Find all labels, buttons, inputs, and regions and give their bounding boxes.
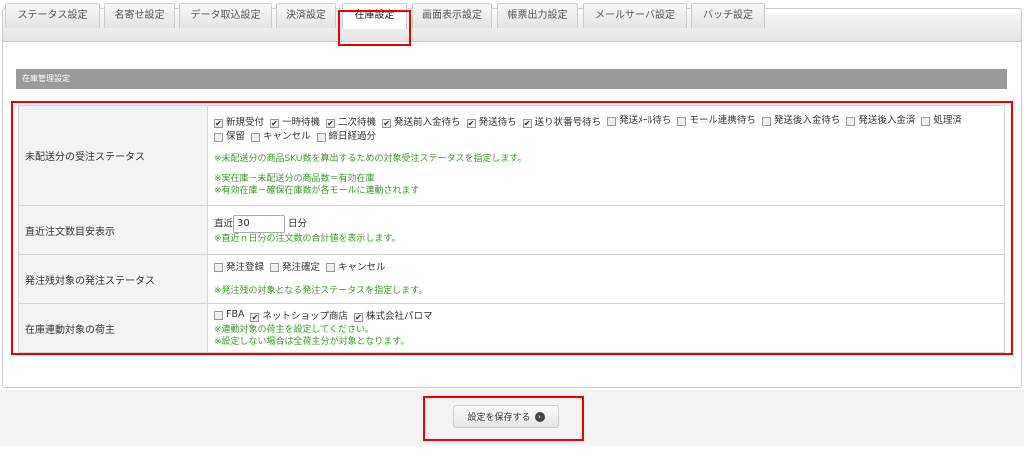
checkbox-option[interactable]: キャンセル: [251, 130, 311, 144]
purchase-status-options: 発注登録 発注確定 キャンセル ※発注残の対象となる発注ステータスを指定します。: [207, 254, 1005, 304]
note: ※連動対象の荷主を設定してください。: [214, 325, 375, 335]
checkbox-unchecked[interactable]: [214, 263, 223, 273]
suffix: 日分: [288, 218, 308, 230]
settings-table: 未配送分の受注ステータス ✔ 新規受付 ✔ 一時待機 ✔ 二次待機 ✔ 発送前入金待ち ✔ 発送待…: [18, 105, 1005, 353]
tab-report[interactable]: 帳票出力設定: [497, 3, 578, 28]
checkbox-unchecked[interactable]: [761, 116, 771, 126]
checkbox-checked[interactable]: ✔: [326, 118, 336, 128]
checkbox-label: 発注確定: [282, 261, 321, 273]
checkbox-unchecked[interactable]: [214, 310, 223, 320]
checkbox-group: FBA ✔ ネットショップ商店 ✔ 株式会社パロマ: [214, 308, 998, 324]
save-settings-button[interactable]: 設定を保存する ›: [453, 405, 559, 428]
checkbox-unchecked[interactable]: [846, 116, 856, 126]
checkbox-label: 発送待ち: [478, 117, 517, 129]
checkbox-label: 一時待機: [282, 117, 321, 129]
section-title: 在庫管理設定: [16, 69, 1007, 89]
note: ※未配送分の商品SKU数を算出するための対象受注ステータスを指定します。: [214, 153, 527, 164]
checkbox-option[interactable]: ✔ 発送前入金待ち: [382, 116, 461, 130]
checkbox-unchecked[interactable]: [326, 263, 336, 273]
checkbox-unchecked[interactable]: [607, 116, 617, 126]
checkbox-label: 二次待機: [338, 117, 377, 129]
checkbox-option[interactable]: 処理済: [921, 114, 962, 128]
checkbox-checked[interactable]: ✔: [270, 118, 280, 128]
checkbox-option[interactable]: ✔ 株式会社パロマ: [354, 310, 433, 324]
checkbox-label: 発注登録: [226, 261, 265, 273]
checkbox-checked[interactable]: ✔: [354, 312, 363, 322]
checkbox-label: 発送後入金済: [858, 115, 916, 127]
table-row: 発注残対象の発注ステータス 発注登録 発注確定 キャンセル ※発注残の対象となる発注…: [18, 254, 1005, 304]
checkbox-label: 保留: [226, 131, 246, 143]
checkbox-label: モール連携待ち: [689, 115, 756, 127]
checkbox-option[interactable]: 発送後入金待ち: [761, 114, 841, 128]
checkbox-option[interactable]: ✔ 一時待機: [270, 116, 320, 130]
tab-batch[interactable]: バッチ設定: [691, 3, 765, 28]
checkbox-checked[interactable]: ✔: [382, 118, 392, 128]
checkbox-option[interactable]: FBA: [214, 308, 244, 322]
days-input[interactable]: 30: [233, 215, 286, 233]
note: ※有効在庫－確保在庫数が各モールに連動されます: [214, 185, 420, 196]
checkbox-option[interactable]: 発送後入金済: [846, 114, 915, 128]
checkbox-checked[interactable]: ✔: [466, 118, 476, 128]
order-status-options: ✔ 新規受付 ✔ 一時待機 ✔ 二次待機 ✔ 発送前入金待ち ✔ 発送待ち ✔ 送り状番号待ち 発送ﾒｰ…: [207, 105, 1005, 206]
note: ※直近ｎ日分の注文数の合計値を表示します。: [214, 234, 401, 244]
checkbox-label: 発送ﾒｰﾙ待ち: [619, 115, 672, 127]
checkbox-unchecked[interactable]: [316, 132, 326, 142]
checkbox-label: 新規受付: [226, 117, 265, 129]
checkbox-label: 株式会社パロマ: [366, 311, 433, 322]
table-row: 直近注文数目安表示 直近 30 日分 ※直近ｎ日分の注文数の合計値を表示します。: [18, 205, 1005, 255]
tab-display[interactable]: 画面表示設定: [412, 3, 492, 28]
checkbox-checked[interactable]: ✔: [214, 118, 223, 128]
tab-mail-server[interactable]: メールサーバ設定: [583, 3, 687, 28]
arrow-right-icon: ›: [534, 411, 545, 422]
checkbox-label: ネットショップ商店: [262, 311, 348, 322]
checkbox-option[interactable]: ✔ 送り状番号待ち: [522, 116, 602, 130]
checkbox-group: 発注登録 発注確定 キャンセル: [214, 261, 998, 276]
checkbox-label: 処理済: [933, 115, 962, 127]
checkbox-unchecked[interactable]: [921, 116, 931, 126]
checkbox-label: 発送前入金待ち: [394, 117, 461, 129]
checkbox-option[interactable]: ✔ 二次待機: [326, 116, 376, 130]
note: ※発注残の対象となる発注ステータスを指定します。: [214, 286, 428, 297]
checkbox-label: 発送後入金待ち: [773, 115, 841, 127]
row-label: 未配送分の受注ステータス: [18, 105, 208, 206]
checkbox-unchecked[interactable]: [677, 116, 687, 126]
checkbox-group: ✔ 新規受付 ✔ 一時待機 ✔ 二次待機 ✔ 発送前入金待ち ✔ 発送待ち ✔ 送り状番号待ち 発送ﾒｰ…: [214, 114, 998, 145]
row-label: 発注残対象の発注ステータス: [18, 254, 208, 304]
tab-name-merge[interactable]: 名寄せ設定: [104, 3, 175, 28]
checkbox-label: キャンセル: [338, 261, 386, 273]
checkbox-checked[interactable]: ✔: [522, 118, 532, 128]
checkbox-option[interactable]: 締日経過分: [316, 130, 377, 144]
checkbox-option[interactable]: 発注確定: [270, 261, 320, 275]
checkbox-option[interactable]: 発注登録: [214, 261, 264, 275]
tab-status[interactable]: ステータス設定: [5, 3, 100, 28]
checkbox-label: 締日経過分: [328, 131, 377, 143]
checkbox-unchecked[interactable]: [214, 132, 223, 142]
checkbox-label: 送り状番号待ち: [534, 117, 602, 129]
checkbox-unchecked[interactable]: [251, 132, 261, 142]
shipper-options: FBA ✔ ネットショップ商店 ✔ 株式会社パロマ ※連動対象の荷主を設定してください。…: [207, 303, 1005, 353]
checkbox-option[interactable]: ✔ 新規受付: [214, 116, 264, 130]
checkbox-option[interactable]: 発送ﾒｰﾙ待ち: [607, 114, 671, 128]
tab-data-import[interactable]: データ取込設定: [179, 3, 272, 28]
checkbox-option[interactable]: ✔ 発送待ち: [466, 116, 517, 130]
checkbox-unchecked[interactable]: [270, 263, 280, 273]
recent-orders-setting: 直近 30 日分 ※直近ｎ日分の注文数の合計値を表示します。: [207, 205, 1005, 255]
checkbox-option[interactable]: ✔ ネットショップ商店: [250, 310, 348, 324]
row-label: 在庫連動対象の荷主: [18, 303, 208, 353]
checkbox-label: FBA: [226, 309, 245, 320]
prefix: 直近: [214, 218, 234, 230]
table-row: 未配送分の受注ステータス ✔ 新規受付 ✔ 一時待機 ✔ 二次待機 ✔ 発送前入金待ち ✔ 発送待…: [18, 105, 1005, 206]
checkbox-checked[interactable]: ✔: [250, 312, 260, 322]
checkbox-option[interactable]: キャンセル: [326, 261, 386, 275]
note: ※実在庫－未配送分の商品数＝有効在庫: [214, 173, 375, 184]
row-label: 直近注文数目安表示: [18, 205, 208, 255]
checkbox-option[interactable]: モール連携待ち: [677, 114, 756, 128]
tab-payment[interactable]: 決済設定: [276, 3, 336, 28]
save-label: 設定を保存する: [467, 413, 531, 423]
table-row: 在庫連動対象の荷主 FBA ✔ ネットショップ商店 ✔ 株式会社パロマ ※連動対象の荷主…: [18, 303, 1005, 353]
note: ※設定しない場合は全荷主分が対象となります。: [214, 337, 410, 347]
tab-inventory[interactable]: 在庫設定: [342, 3, 407, 29]
checkbox-option[interactable]: 保留: [214, 130, 245, 144]
checkbox-label: キャンセル: [263, 131, 311, 143]
